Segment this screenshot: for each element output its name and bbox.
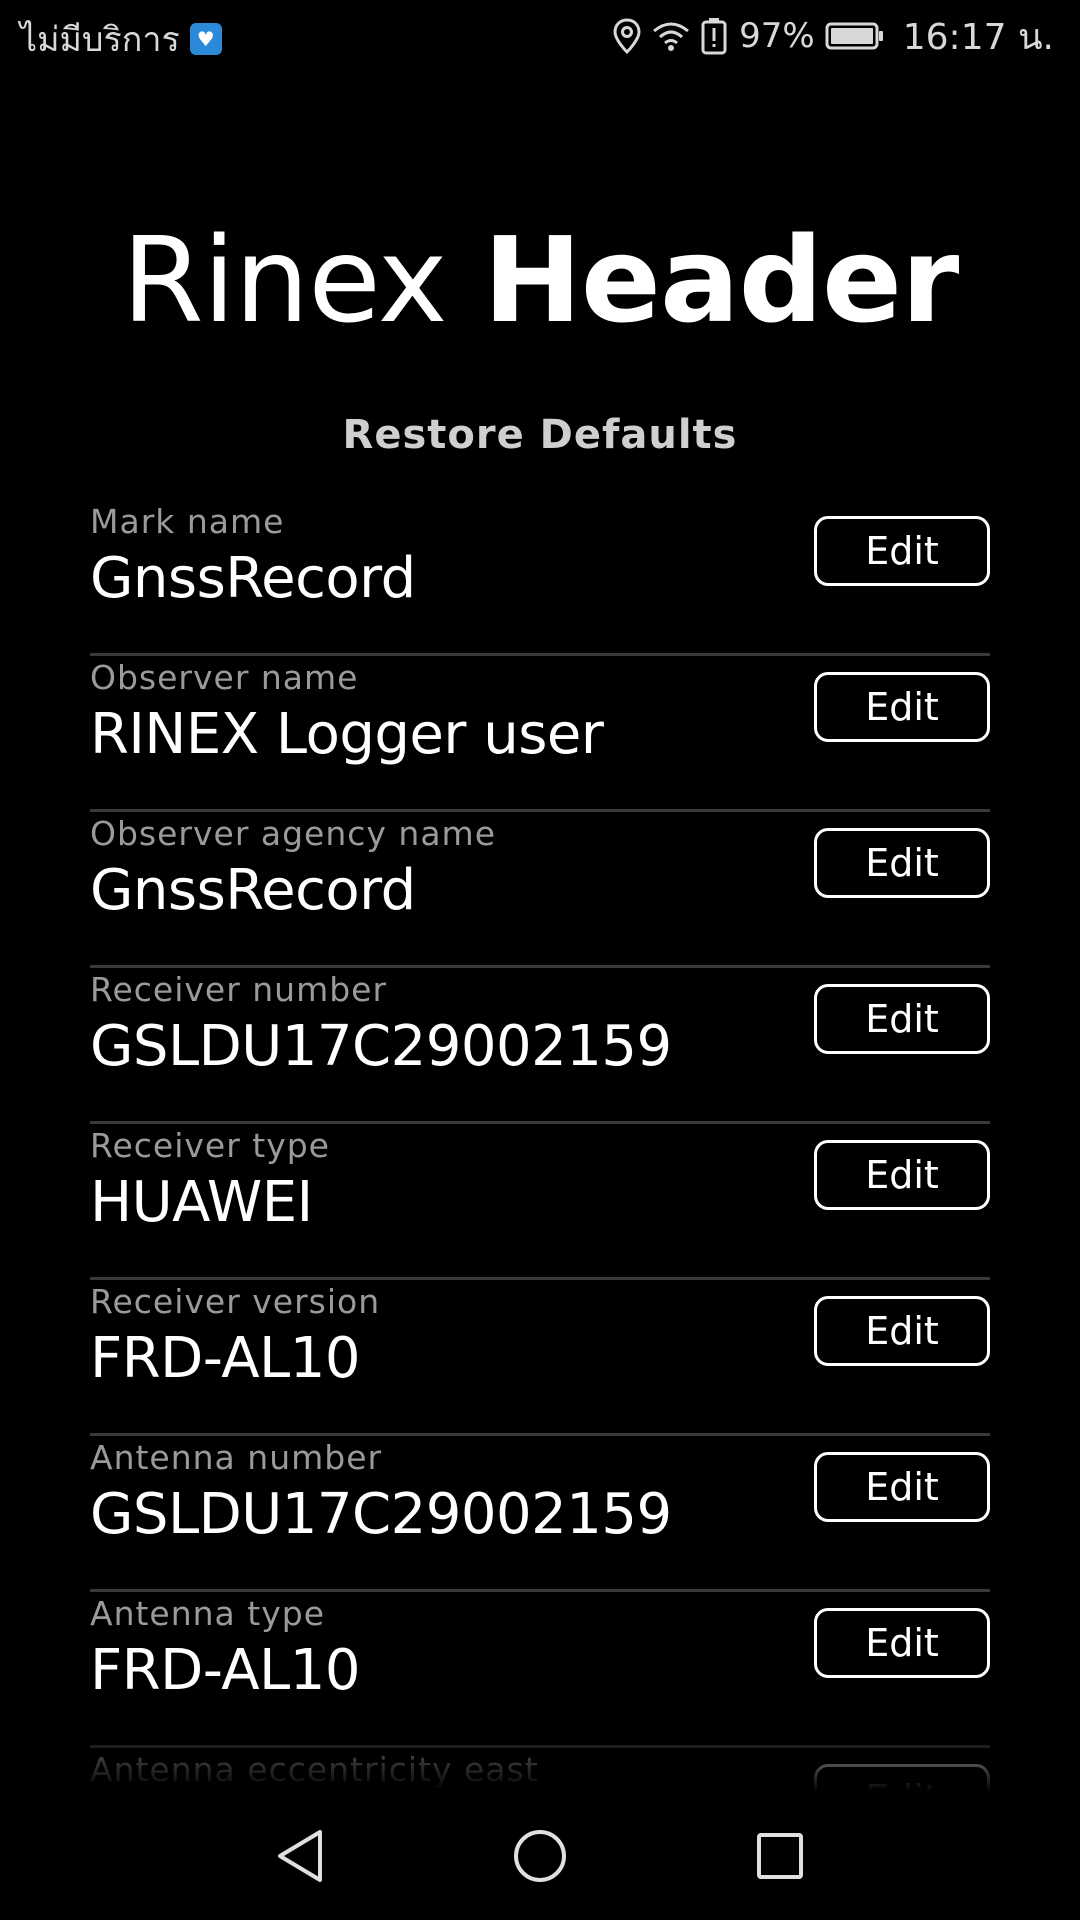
restore-defaults-button[interactable]: Restore Defaults: [0, 412, 1080, 458]
field-label: Receiver type: [90, 1126, 330, 1165]
page-title: Rinex Header: [0, 210, 1080, 350]
navigation-bar: [0, 1792, 1080, 1920]
field-value: HUAWEI: [90, 1170, 313, 1235]
field-value: FRD-AL10: [90, 1326, 360, 1391]
status-icons: 97% 16:17 น.: [613, 10, 1054, 62]
field-label: Receiver number: [90, 970, 388, 1009]
field-value: GnssRecord: [90, 546, 416, 611]
list-item: Antenna number GSLDU17C29002159 Edit: [90, 1436, 990, 1592]
battery-icon: [825, 21, 885, 51]
field-label: Antenna type: [90, 1594, 325, 1633]
field-label: Observer agency name: [90, 814, 497, 853]
edit-button[interactable]: Edit: [814, 828, 990, 898]
field-value: GSLDU17C29002159: [90, 1482, 672, 1547]
edit-button[interactable]: Edit: [814, 1140, 990, 1210]
list-item: Receiver version FRD-AL10 Edit: [90, 1280, 990, 1436]
list-item: Observer agency name GnssRecord Edit: [90, 812, 990, 968]
list-item: Observer name RINEX Logger user Edit: [90, 656, 990, 812]
back-icon[interactable]: [260, 1816, 340, 1896]
field-label: Receiver version: [90, 1282, 381, 1321]
status-bar: ไม่มีบริการ ♥ 97% 16:17 น.: [0, 0, 1080, 72]
rinex-field-list[interactable]: Mark name GnssRecord Edit Observer name …: [90, 500, 990, 1792]
field-label: Antenna number: [90, 1438, 383, 1477]
wifi-icon: [651, 19, 691, 53]
field-label: Antenna eccentricity east: [90, 1750, 539, 1789]
field-label: Observer name: [90, 658, 359, 697]
app-badge-icon: ♥: [189, 23, 222, 55]
battery-alert-icon: [701, 17, 727, 55]
field-value: GnssRecord: [90, 858, 416, 923]
edit-button[interactable]: Edit: [814, 1296, 990, 1366]
edit-button[interactable]: Edit: [814, 1452, 990, 1522]
list-item: Antenna type FRD-AL10 Edit: [90, 1592, 990, 1748]
clock: 16:17 น.: [902, 16, 1054, 58]
edit-button[interactable]: Edit: [814, 1608, 990, 1678]
list-item: Mark name GnssRecord Edit: [90, 500, 990, 656]
list-item: Receiver type HUAWEI Edit: [90, 1124, 990, 1280]
location-icon: [613, 18, 641, 54]
home-icon[interactable]: [500, 1816, 580, 1896]
page-title-light: Rinex: [121, 211, 448, 349]
field-value: GSLDU17C29002159: [90, 1014, 672, 1079]
carrier-status: ไม่มีบริการ ♥: [20, 12, 222, 66]
list-item: Receiver number GSLDU17C29002159 Edit: [90, 968, 990, 1124]
field-value: RINEX Logger user: [90, 702, 604, 767]
edit-button[interactable]: Edit: [814, 984, 990, 1054]
carrier-text: ไม่มีบริการ: [20, 20, 180, 60]
edit-button[interactable]: Edit: [814, 672, 990, 742]
list-item: Antenna eccentricity east Edit: [90, 1748, 990, 1792]
recents-icon[interactable]: [740, 1816, 820, 1896]
edit-button[interactable]: Edit: [814, 516, 990, 586]
page-title-bold: Header: [483, 211, 959, 349]
edit-button[interactable]: Edit: [814, 1764, 990, 1792]
field-value: FRD-AL10: [90, 1638, 360, 1703]
field-label: Mark name: [90, 502, 285, 541]
battery-percent: 97%: [739, 16, 815, 56]
